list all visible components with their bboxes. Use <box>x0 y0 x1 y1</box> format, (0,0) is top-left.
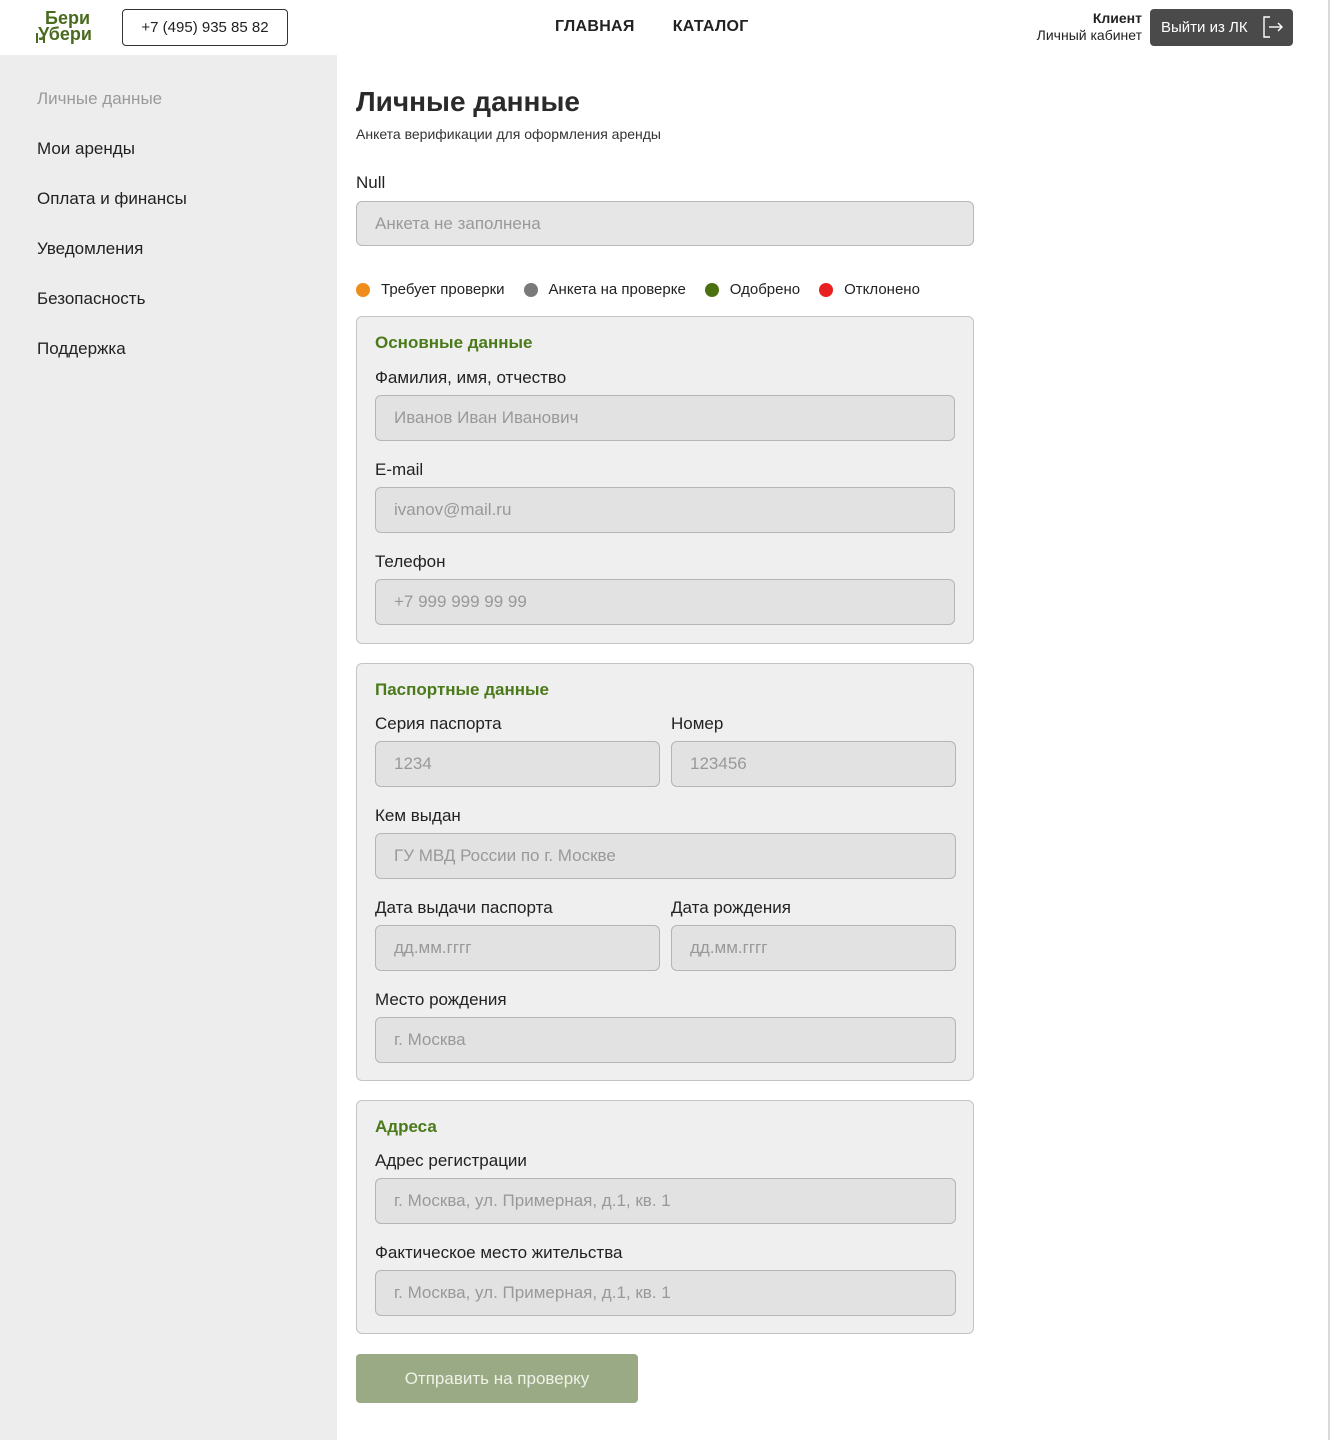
actual-address-input[interactable]: г. Москва, ул. Примерная, д.1, кв. 1 <box>375 1270 956 1316</box>
reg-address-input[interactable]: г. Москва, ул. Примерная, д.1, кв. 1 <box>375 1178 956 1224</box>
reg-address-label: Адрес регистрации <box>375 1151 527 1170</box>
sidebar: Личные данные Мои аренды Оплата и финанс… <box>0 55 337 1440</box>
birth-place-input[interactable]: г. Москва <box>375 1017 956 1063</box>
nav-link-catalog[interactable]: КАТАЛОГ <box>673 18 749 36</box>
legend-label: Требует проверки <box>381 281 505 298</box>
fio-label: Фамилия, имя, отчество <box>375 368 567 387</box>
birth-date-label: Дата рождения <box>671 898 791 917</box>
legend-label: Анкета на проверке <box>548 281 686 298</box>
legend-label: Отклонено <box>844 281 920 298</box>
passport-data-title: Паспортные данные <box>375 680 549 699</box>
user-block: Клиент Личный кабинет <box>1037 10 1142 43</box>
sidebar-item-payments[interactable]: Оплата и финансы <box>37 189 187 209</box>
issue-date-input[interactable]: дд.мм.гггг <box>375 925 660 971</box>
passport-number-label: Номер <box>671 714 724 733</box>
issued-by-label: Кем выдан <box>375 806 461 825</box>
header: Бери Убери +7 (495) 935 85 82 ГЛАВНАЯ КА… <box>0 0 1330 55</box>
passport-number-input[interactable]: 123456 <box>671 741 956 787</box>
status-dot-gray-icon <box>523 282 538 297</box>
page-subtitle: Анкета верификации для оформления аренды <box>356 126 661 142</box>
status-dot-green-icon <box>704 282 719 297</box>
sidebar-item-personal-data[interactable]: Личные данные <box>37 89 162 109</box>
birth-date-input[interactable]: дд.мм.гггг <box>671 925 956 971</box>
user-role: Клиент <box>1092 10 1142 26</box>
passport-data-card: Паспортные данные Серия паспорта 1234 Но… <box>356 663 974 1081</box>
status-field: Анкета не заполнена <box>356 201 974 246</box>
phone-button[interactable]: +7 (495) 935 85 82 <box>122 9 288 46</box>
logo[interactable]: Бери Убери <box>36 8 116 46</box>
legend-label: Одобрено <box>729 281 801 298</box>
sidebar-item-support[interactable]: Поддержка <box>37 339 126 359</box>
nav-link-home[interactable]: ГЛАВНАЯ <box>555 18 635 36</box>
basic-data-title: Основные данные <box>375 333 533 352</box>
sidebar-item-notifications[interactable]: Уведомления <box>37 239 143 259</box>
legend-item-rejected: Отклонено <box>819 281 920 298</box>
logout-button[interactable]: Выйти из ЛК <box>1150 9 1293 46</box>
birth-place-label: Место рождения <box>375 990 507 1009</box>
email-input[interactable]: ivanov@mail.ru <box>375 487 955 533</box>
legend-item-approved: Одобрено <box>704 281 801 298</box>
sidebar-item-security[interactable]: Безопасность <box>37 289 145 309</box>
logo-bottom-text: Убери <box>38 24 92 44</box>
issue-date-label: Дата выдачи паспорта <box>375 898 553 917</box>
phone-input[interactable]: +7 999 999 99 99 <box>375 579 955 625</box>
sidebar-item-my-rentals[interactable]: Мои аренды <box>37 139 135 159</box>
page-title: Личные данные <box>356 86 580 117</box>
passport-series-label: Серия паспорта <box>375 714 502 733</box>
passport-series-input[interactable]: 1234 <box>375 741 660 787</box>
logout-label: Выйти из ЛК <box>1161 19 1248 36</box>
fio-input[interactable]: Иванов Иван Иванович <box>375 395 955 441</box>
address-title: Адреса <box>375 1117 437 1136</box>
status-dot-red-icon <box>819 282 834 297</box>
main-nav: ГЛАВНАЯ КАТАЛОГ <box>555 18 749 36</box>
submit-for-review-button[interactable]: Отправить на проверку <box>356 1354 638 1403</box>
actual-address-label: Фактическое место жительства <box>375 1243 623 1262</box>
logout-icon <box>1263 16 1283 38</box>
status-dot-orange-icon <box>356 282 370 297</box>
legend-item-in-review: Анкета на проверке <box>523 281 686 298</box>
basic-data-card: Основные данные Фамилия, имя, отчество И… <box>356 316 974 644</box>
user-cabinet-label: Личный кабинет <box>1036 27 1142 43</box>
status-legend: Требует проверки Анкета на проверке Одоб… <box>356 281 939 298</box>
status-label: Null <box>356 173 386 192</box>
issued-by-input[interactable]: ГУ МВД России по г. Москве <box>375 833 956 879</box>
address-card: Адреса Адрес регистрации г. Москва, ул. … <box>356 1100 974 1334</box>
email-label: E-mail <box>375 460 424 479</box>
legend-item-needs-check: Требует проверки <box>356 281 505 298</box>
phone-label: Телефон <box>375 552 446 571</box>
